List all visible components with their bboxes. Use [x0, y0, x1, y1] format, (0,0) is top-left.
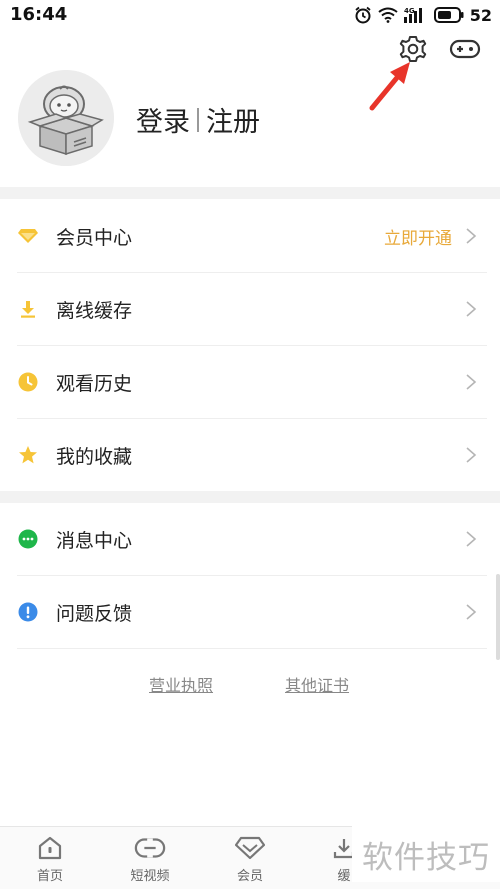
menu-item-message-center[interactable]: 消息中心 — [0, 503, 500, 575]
exclamation-icon — [17, 601, 39, 623]
status-icons: 4G 52 — [354, 4, 492, 26]
chevron-right-icon — [466, 301, 477, 317]
avatar-robot-icon — [18, 70, 114, 166]
menu-item-feedback[interactable]: 问题反馈 — [0, 576, 500, 648]
menu-label: 我的收藏 — [56, 445, 133, 468]
nav-label: 短视频 — [130, 869, 170, 884]
diamond-outline-icon — [234, 835, 266, 861]
chat-bubble-icon — [17, 528, 39, 550]
nav-item-short-video[interactable]: 短视频 — [120, 835, 180, 887]
menu-label: 观看历史 — [56, 372, 133, 395]
menu-item-vip-center[interactable]: 会员中心 立即开通 — [0, 200, 500, 272]
profile-header: 登录 注册 — [18, 70, 498, 170]
vip-open-now[interactable]: 立即开通 — [384, 224, 452, 249]
star-icon — [17, 444, 39, 466]
battery-icon — [433, 7, 464, 23]
alarm-icon — [354, 6, 372, 24]
clock-icon — [17, 371, 39, 393]
gamepad-icon[interactable] — [448, 32, 482, 66]
chevron-right-icon — [466, 447, 477, 463]
divider — [17, 648, 487, 649]
menu-label: 消息中心 — [56, 529, 133, 552]
login-register: 登录 注册 — [136, 100, 260, 139]
license-links: 营业执照 其他证书 — [0, 672, 500, 696]
register-link[interactable]: 注册 — [206, 100, 260, 139]
nav-label: 首页 — [36, 869, 63, 884]
battery-level: 52 — [469, 5, 492, 25]
nav-label: 会员 — [236, 869, 263, 884]
diamond-icon — [17, 225, 39, 247]
wifi-icon — [378, 7, 398, 23]
menu-label: 问题反馈 — [56, 602, 133, 625]
download-icon — [17, 298, 39, 320]
status-bar: 16:44 4G 52 — [0, 0, 500, 30]
chevron-right-icon — [466, 228, 477, 244]
menu-label: 离线缓存 — [56, 299, 133, 322]
login-link[interactable]: 登录 — [136, 100, 190, 139]
nav-item-home[interactable]: 首页 — [20, 835, 80, 887]
status-time: 16:44 — [10, 4, 68, 25]
menu-item-watch-history[interactable]: 观看历史 — [0, 346, 500, 418]
nav-item-vip[interactable]: 会员 — [220, 835, 280, 887]
chevron-right-icon — [466, 531, 477, 547]
menu-item-offline-cache[interactable]: 离线缓存 — [0, 273, 500, 345]
watermark: 软件技巧 — [352, 826, 500, 882]
other-certificates-link[interactable]: 其他证书 — [285, 672, 349, 696]
login-separator — [197, 107, 199, 132]
section-divider — [0, 491, 500, 503]
chevron-right-icon — [466, 374, 477, 390]
avatar[interactable] — [18, 70, 114, 166]
menu-item-favorites[interactable]: 我的收藏 — [0, 419, 500, 491]
signal-icon: 4G — [403, 6, 428, 24]
link-icon — [134, 835, 166, 861]
menu-label: 会员中心 — [56, 226, 133, 249]
network-type-label: 4G — [404, 7, 415, 15]
business-license-link[interactable]: 营业执照 — [149, 672, 213, 696]
chevron-right-icon — [466, 604, 477, 620]
home-icon — [34, 835, 66, 861]
section-divider — [0, 187, 500, 199]
watermark-text: 软件技巧 — [362, 839, 490, 876]
scrollbar[interactable] — [496, 574, 500, 660]
